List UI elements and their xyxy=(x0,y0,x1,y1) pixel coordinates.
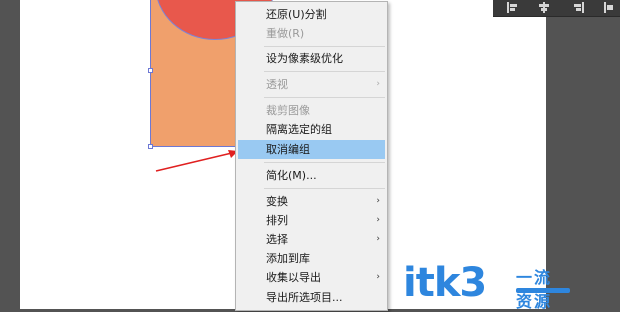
menu-item-add-to-library[interactable]: 添加到库 xyxy=(236,249,387,268)
menu-item-simplify[interactable]: 简化(M)... xyxy=(236,166,387,185)
watermark-subtext: 一流资源 xyxy=(516,268,553,311)
menu-item-select[interactable]: 选择 › xyxy=(236,230,387,249)
watermark-underline xyxy=(516,288,570,293)
selection-handle[interactable] xyxy=(148,68,153,73)
menu-item-isolate-group[interactable]: 隔离选定的组 xyxy=(236,120,387,139)
submenu-arrow-icon: › xyxy=(376,234,380,244)
menu-separator xyxy=(264,188,385,189)
menu-item-ungroup[interactable]: 取消编组 xyxy=(238,140,385,159)
menu-separator xyxy=(264,97,385,98)
submenu-arrow-icon: › xyxy=(376,272,380,282)
selection-bounding-box-left xyxy=(150,0,151,147)
menu-item-redo: 重做(R) xyxy=(266,27,305,40)
menu-item-pixel-optimize[interactable]: 设为像素级优化 xyxy=(236,49,387,68)
menu-separator xyxy=(264,46,385,47)
align-left-icon[interactable] xyxy=(507,2,519,13)
menu-item-arrange[interactable]: 排列 › xyxy=(236,211,387,230)
submenu-arrow-icon: › xyxy=(376,215,380,225)
site-watermark-logo: itk3 一流资源 xyxy=(403,258,603,311)
distribute-icon[interactable] xyxy=(604,2,616,13)
menu-item-perspective: 透视 › xyxy=(236,75,387,94)
context-menu: 还原(U)分割 重做(R) 设为像素级优化 透视 › 裁剪图像 隔离选定的组 取消… xyxy=(235,1,388,311)
red-arrow-annotation xyxy=(155,150,238,172)
submenu-arrow-icon: › xyxy=(376,79,380,89)
align-center-icon[interactable] xyxy=(538,2,550,13)
watermark-text: itk3 xyxy=(403,260,487,306)
menu-item-collect-export[interactable]: 收集以导出 › xyxy=(236,268,387,287)
submenu-arrow-icon: › xyxy=(376,196,380,206)
menu-item-crop-image: 裁剪图像 xyxy=(266,104,310,117)
menu-separator xyxy=(264,71,385,72)
menu-item-export-selection[interactable]: 导出所选项目... xyxy=(236,288,387,307)
align-right-icon[interactable] xyxy=(572,2,584,13)
menu-item-transform[interactable]: 变换 › xyxy=(236,192,387,211)
menu-separator xyxy=(264,162,385,163)
menu-item-undo[interactable]: 还原(U)分割 xyxy=(236,5,387,24)
align-toolbar xyxy=(493,0,620,17)
